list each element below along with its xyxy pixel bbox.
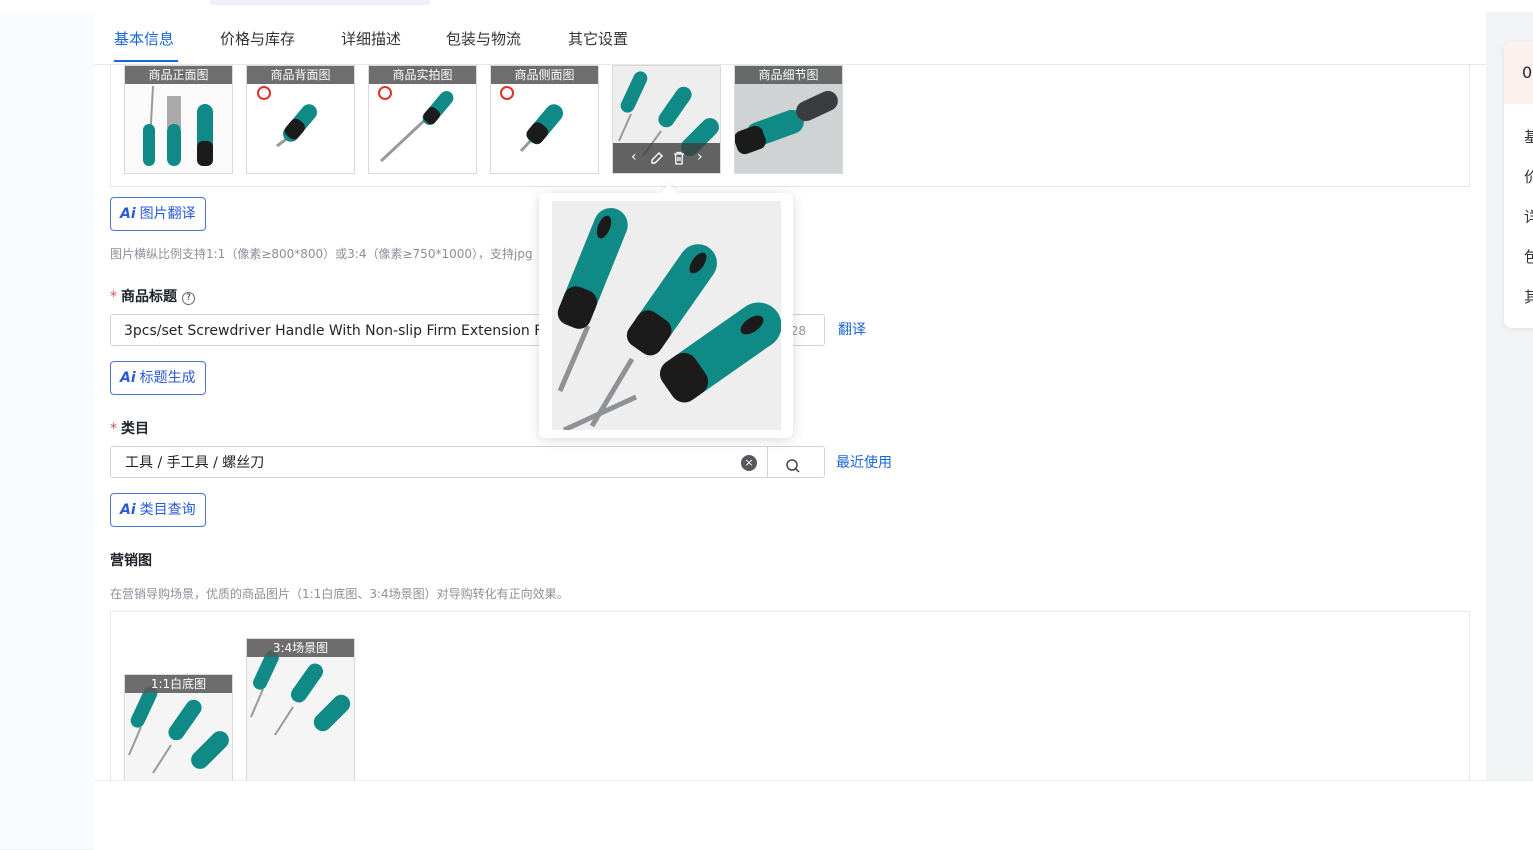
tab-underline [114, 60, 178, 62]
image-caption: 3:4场景图 [247, 639, 354, 657]
tab-detail-description[interactable]: 详细描述 [341, 28, 401, 49]
product-image-selected[interactable]: ‹ › [612, 65, 721, 174]
image-caption: 1:1白底图 [125, 675, 232, 693]
category-label-text: 类目 [121, 421, 149, 437]
title-char-counter: 28 [790, 324, 806, 338]
next-arrow-icon[interactable]: › [697, 149, 703, 165]
prev-arrow-icon[interactable]: ‹ [631, 149, 637, 165]
product-image-box: 商品正面图 商品背面图 商品实拍图 商品侧面图 ‹ › 商品细节图 [110, 64, 1470, 187]
product-image-side[interactable]: 商品侧面图 [490, 65, 599, 174]
ai-image-translate-label: 图片翻译 [139, 206, 196, 222]
tab-basic-info[interactable]: 基本信息 [114, 28, 174, 49]
preview-image [552, 201, 781, 430]
image-preview-popover [539, 184, 793, 438]
ai-category-query-label: 类目查询 [139, 502, 196, 518]
marketing-hint: 在营销导购场景，优质的商品图片（1:1白底图、3:4场景图）对导购转化有正向效果… [110, 587, 569, 601]
anchor-price[interactable]: 价 [1524, 166, 1533, 187]
image-caption: 商品实拍图 [369, 66, 476, 84]
required-mark: * [110, 421, 117, 437]
right-anchor-panel: 0 基 价 详 包 其 [1504, 42, 1533, 328]
category-label: * 类目 [110, 418, 149, 438]
search-icon[interactable] [785, 454, 801, 477]
marketing-image-box: 1:1白底图 3:4场景图 [110, 611, 1470, 780]
ai-title-generate-label: 标题生成 [139, 370, 196, 386]
ai-category-query-button[interactable]: Ai 类目查询 [110, 493, 206, 527]
input-divider [767, 447, 768, 477]
image-caption: 商品侧面图 [491, 66, 598, 84]
product-image-back[interactable]: 商品背面图 [246, 65, 355, 174]
tab-other-settings[interactable]: 其它设置 [568, 28, 628, 49]
bottom-bar [94, 780, 1533, 850]
anchor-other[interactable]: 其 [1524, 286, 1533, 307]
tab-bar: 基本信息 价格与库存 详细描述 包装与物流 其它设置 [94, 12, 1486, 65]
clear-icon[interactable]: × [741, 455, 757, 471]
left-gutter [0, 12, 94, 849]
image-caption: 商品正面图 [125, 66, 232, 84]
marketing-image-white[interactable]: 1:1白底图 [124, 674, 233, 780]
marketing-image-scene[interactable]: 3:4场景图 [246, 638, 355, 780]
ai-icon: Ai [120, 206, 136, 222]
screwdriver-image [552, 201, 781, 430]
image-caption: 商品背面图 [247, 66, 354, 84]
image-hint: 图片横纵比例支持1:1（像素≥800*800）或3:4（像素≥750*1000）… [110, 247, 533, 261]
tab-packaging-logistics[interactable]: 包装与物流 [446, 28, 521, 49]
top-strip [0, 0, 1533, 12]
recent-used-link[interactable]: 最近使用 [836, 452, 892, 472]
title-label-text: 商品标题 [121, 289, 177, 305]
marketing-label: 营销图 [110, 553, 152, 569]
score-indicator: 0 [1504, 42, 1533, 104]
tab-price-stock[interactable]: 价格与库存 [220, 28, 295, 49]
help-icon[interactable]: ? [182, 292, 195, 305]
translate-link[interactable]: 翻译 [838, 319, 866, 339]
required-mark: * [110, 289, 117, 305]
screwdriver-image [247, 639, 354, 780]
image-controls: ‹ › [613, 143, 720, 173]
ai-image-translate-button[interactable]: Ai 图片翻译 [110, 197, 206, 231]
image-caption: 商品细节图 [735, 66, 842, 84]
title-input-value: 3pcs/set Screwdriver Handle With Non-sli… [124, 323, 551, 339]
anchor-detail[interactable]: 详 [1524, 206, 1533, 227]
ai-icon: Ai [120, 502, 136, 518]
ai-title-generate-button[interactable]: Ai 标题生成 [110, 361, 206, 395]
category-input-value: 工具 / 手工具 / 螺丝刀 [125, 455, 265, 471]
product-image-front[interactable]: 商品正面图 [124, 65, 233, 174]
product-image-detail[interactable]: 商品细节图 [734, 65, 843, 174]
anchor-basic[interactable]: 基 [1524, 126, 1533, 147]
anchor-package[interactable]: 包 [1524, 246, 1533, 267]
title-label: * 商品标题? [110, 286, 195, 306]
top-strip-highlight [210, 0, 430, 5]
product-image-real[interactable]: 商品实拍图 [368, 65, 477, 174]
ai-icon: Ai [120, 370, 136, 386]
category-input[interactable]: 工具 / 手工具 / 螺丝刀 × [110, 446, 825, 478]
